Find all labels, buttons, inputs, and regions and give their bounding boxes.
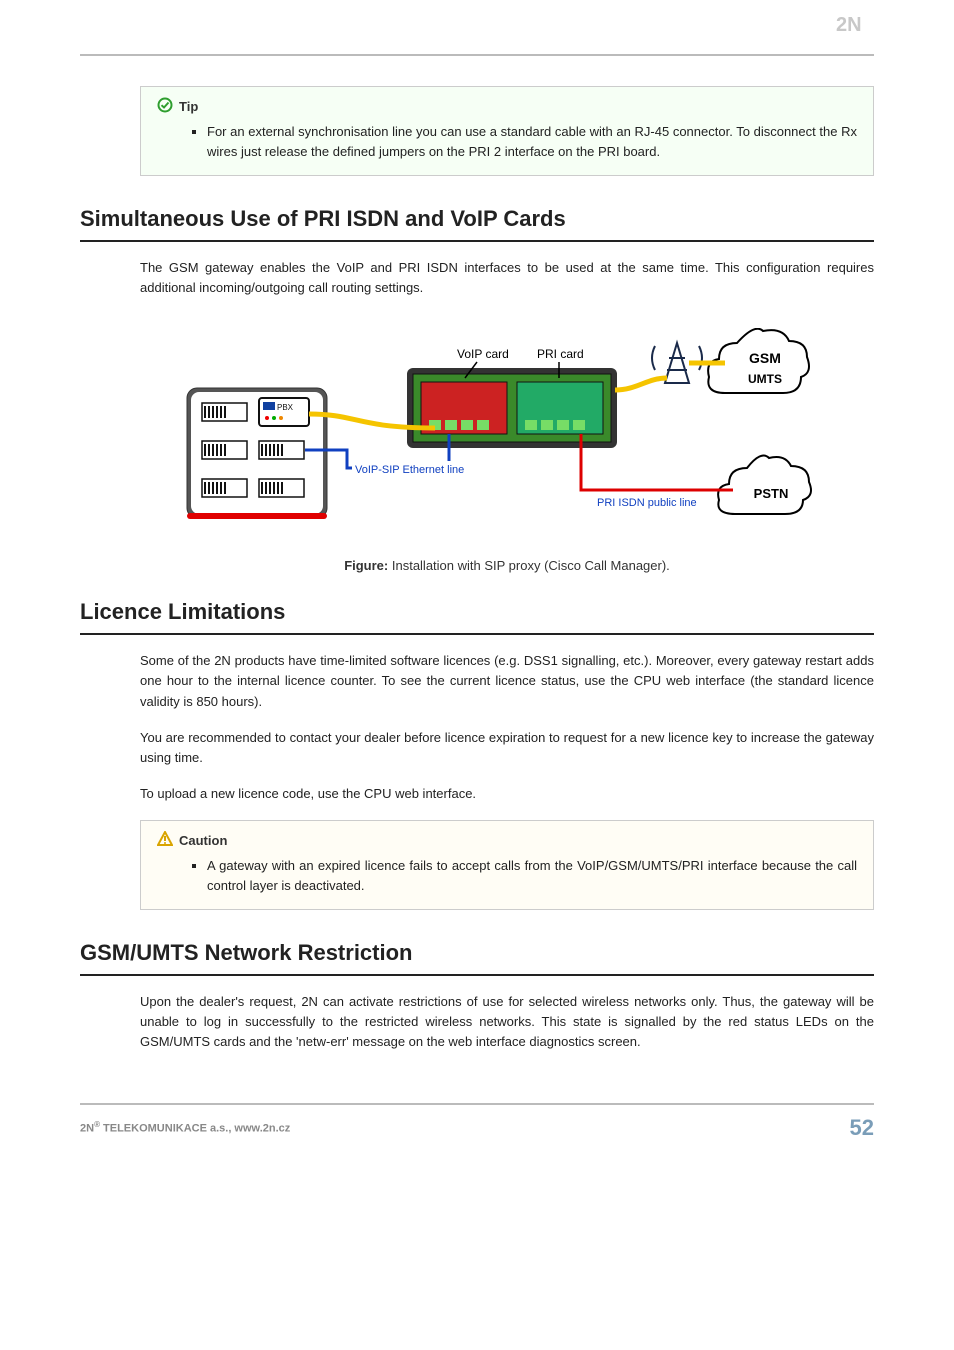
voip-card-label: VoIP card [457, 347, 509, 361]
footer-brand: 2N [80, 1123, 94, 1135]
pri-line-label: PRI ISDN public line [597, 497, 697, 509]
section1-title: Simultaneous Use of PRI ISDN and VoIP Ca… [80, 206, 874, 242]
section2-p3: To upload a new licence code, use the CP… [140, 784, 874, 804]
topology-figure: PBX VoIP card PRI card [177, 328, 837, 538]
figure-caption: Figure: Installation with SIP proxy (Cis… [140, 558, 874, 573]
figure-caption-text: Installation with SIP proxy (Cisco Call … [388, 558, 670, 573]
pstn-label: PSTN [754, 486, 789, 501]
footer-company: TELEKOMUNIKACE a.s., www.2n.cz [100, 1123, 290, 1135]
section2-p2: You are recommended to contact your deal… [140, 728, 874, 768]
section3-p1: Upon the dealer's request, 2N can activa… [140, 992, 874, 1052]
logo-2n-icon: 2N [836, 12, 874, 36]
gsm-label: GSM [749, 350, 781, 366]
umts-label: UMTS [748, 372, 782, 386]
check-circle-icon [157, 97, 173, 116]
figure-block: PBX VoIP card PRI card [140, 328, 874, 573]
pri-card-label: PRI card [537, 347, 584, 361]
content-block: Tip For an external synchronisation line… [140, 86, 874, 176]
header-rule [80, 54, 874, 56]
tip-header: Tip [157, 97, 857, 116]
section3-title: GSM/UMTS Network Restriction [80, 940, 874, 976]
caution-bullet: A gateway with an expired licence fails … [207, 856, 857, 895]
caution-label: Caution [179, 833, 227, 848]
caution-header: Caution [157, 831, 857, 850]
tip-callout: Tip For an external synchronisation line… [140, 86, 874, 176]
pbx-label: PBX [277, 403, 294, 412]
page: 2N Tip For an external synchronisation l… [0, 0, 954, 1181]
section1-p1: The GSM gateway enables the VoIP and PRI… [140, 258, 874, 298]
brand-logo: 2N [836, 12, 874, 41]
svg-text:2N: 2N [836, 14, 862, 36]
warning-triangle-icon [157, 831, 173, 850]
page-number: 52 [850, 1115, 874, 1141]
voip-line-label: VoIP-SIP Ethernet line [355, 464, 464, 476]
figure-caption-prefix: Figure: [344, 558, 388, 573]
caution-callout: Caution A gateway with an expired licenc… [140, 820, 874, 910]
page-footer: 2N® TELEKOMUNIKACE a.s., www.2n.cz 52 [80, 1103, 874, 1141]
tip-label: Tip [179, 99, 198, 114]
tip-bullet: For an external synchronisation line you… [207, 122, 857, 161]
footer-left: 2N® TELEKOMUNIKACE a.s., www.2n.cz [80, 1120, 290, 1135]
section2-title: Licence Limitations [80, 599, 874, 635]
section2-p1: Some of the 2N products have time-limite… [140, 651, 874, 711]
